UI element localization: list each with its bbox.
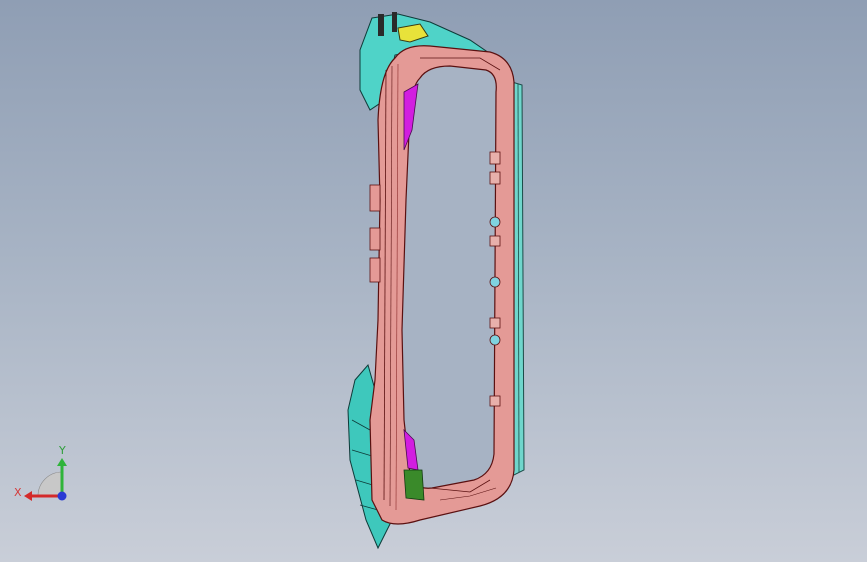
green-part	[403, 469, 425, 501]
door-frame-model[interactable]	[0, 0, 867, 562]
z-axis-dot	[57, 491, 67, 501]
x-axis-label: X	[14, 486, 22, 499]
frame-opening	[401, 65, 497, 489]
cad-viewport[interactable]: X Y	[0, 0, 867, 562]
y-axis-label: Y	[58, 444, 66, 457]
axis-triad: X Y	[14, 444, 67, 501]
triad-gray-quarter	[37, 471, 63, 497]
